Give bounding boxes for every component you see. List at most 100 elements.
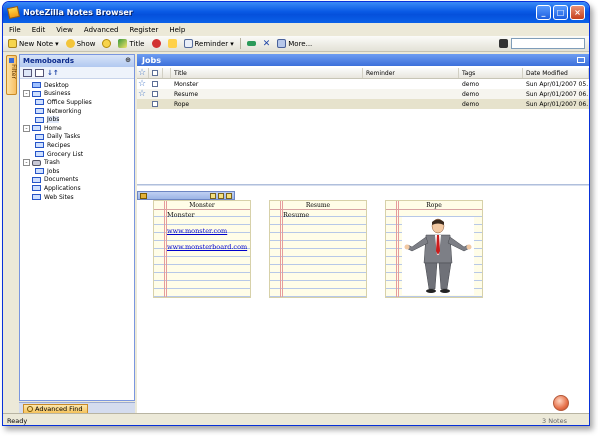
menu-register[interactable]: Register: [129, 26, 158, 34]
tree-item[interactable]: Networking: [20, 107, 134, 116]
color-button[interactable]: [100, 39, 113, 48]
send-button[interactable]: [245, 41, 258, 46]
title-bar[interactable]: NoteZilla Notes Browser _ □ ×: [3, 2, 589, 23]
view-toggle-icon[interactable]: [577, 57, 585, 63]
note-menu-icon[interactable]: [140, 193, 147, 199]
window-controls: _ □ ×: [536, 5, 585, 20]
tree-item[interactable]: Desktop: [20, 81, 134, 90]
tree-item[interactable]: - Home: [20, 124, 134, 133]
assistant-orb-icon[interactable]: [553, 395, 569, 411]
note-resume[interactable]: Resume Resume: [269, 200, 367, 298]
attach-button[interactable]: [150, 39, 163, 48]
menu-advanced[interactable]: Advanced: [84, 26, 119, 34]
menu-edit[interactable]: Edit: [32, 26, 46, 34]
reminder-button[interactable]: Reminder ▾: [182, 39, 236, 48]
tree-item[interactable]: Applications: [20, 184, 134, 193]
tree-item-label: Recipes: [47, 141, 71, 149]
menu-view[interactable]: View: [56, 26, 73, 34]
minimize-button[interactable]: _: [536, 5, 551, 20]
star-cell: [137, 99, 149, 109]
filter-icon: [9, 58, 14, 63]
desktop-icon: [32, 82, 41, 89]
binoculars-icon[interactable]: [499, 39, 508, 48]
sort-icon[interactable]: ↓↑: [47, 69, 59, 77]
menu-help[interactable]: Help: [169, 26, 185, 34]
star-icon[interactable]: ☆: [138, 90, 146, 99]
table-row[interactable]: Rope demo Sun Apr/01/2007 06...: [137, 99, 589, 109]
tags-column-header[interactable]: Tags: [459, 68, 523, 78]
tags-cell: demo: [462, 100, 480, 108]
search-input[interactable]: [511, 38, 585, 49]
memoboards-toolbar: ↓↑: [20, 67, 134, 79]
row-checkbox[interactable]: [152, 81, 158, 87]
window-title: NoteZilla Notes Browser: [23, 8, 133, 17]
check-cell: [149, 79, 163, 89]
show-button[interactable]: Show: [64, 39, 98, 48]
menu-file[interactable]: File: [9, 26, 21, 34]
tree-item[interactable]: Recipes: [20, 141, 134, 150]
filter-side-tab[interactable]: Filter: [6, 55, 17, 95]
reminder-cell: [363, 89, 459, 99]
tree-item[interactable]: - Business: [20, 90, 134, 99]
note-tool-group: [210, 193, 232, 199]
folder-icon: [35, 142, 44, 149]
trash-icon: [32, 159, 41, 166]
new-note-button[interactable]: New Note ▾: [6, 39, 61, 48]
title-column-header[interactable]: Title: [171, 68, 363, 78]
table-row[interactable]: ☆ Resume demo Sun Apr/01/2007 06...: [137, 89, 589, 99]
tree-item[interactable]: Grocery List: [20, 150, 134, 159]
memoboard-tree: Desktop - Business Office Supplies Networkin…: [20, 79, 134, 201]
pin-icon[interactable]: [218, 193, 224, 199]
delete-button[interactable]: ✕: [261, 39, 273, 49]
check-column-header[interactable]: [149, 68, 163, 78]
row-checkbox[interactable]: [152, 91, 158, 97]
menu-bar: File Edit View Advanced Register Help: [3, 23, 589, 36]
tree-item[interactable]: Daily Tasks: [20, 133, 134, 142]
star-column-header[interactable]: ☆: [137, 68, 149, 78]
note-link[interactable]: www.monsterboard.com: [167, 243, 248, 251]
title-button[interactable]: Title: [116, 39, 146, 48]
collapse-icon[interactable]: -: [23, 90, 30, 98]
attachment-column-header[interactable]: [163, 68, 171, 78]
pin-button[interactable]: [166, 39, 179, 48]
note-header: Resume: [270, 201, 366, 210]
more-button[interactable]: More...: [275, 39, 314, 48]
status-bar: Ready 3 Notes: [3, 413, 589, 425]
maximize-button[interactable]: □: [553, 5, 568, 20]
reminder-icon: [183, 39, 193, 48]
date-column-header[interactable]: Date Modified: [523, 68, 589, 78]
tree-item[interactable]: - Trash: [20, 158, 134, 167]
tree-item[interactable]: Jobs: [20, 167, 134, 176]
note-header: Rope: [386, 201, 482, 210]
tree-item-label: Networking: [47, 107, 82, 115]
table-header: ☆ Title Reminder Tags Date Modified: [137, 68, 589, 79]
note-rope[interactable]: Rope: [385, 200, 483, 298]
tree-item[interactable]: Office Supplies: [20, 98, 134, 107]
pin-icon[interactable]: ⊕: [125, 56, 131, 64]
reminder-cell: [363, 99, 459, 109]
star-icon: ☆: [138, 68, 147, 78]
date-cell: Sun Apr/01/2007 06...: [526, 100, 589, 108]
toolbar: New Note ▾ Show Title Reminder ▾ ✕ More.…: [3, 36, 589, 52]
close-button[interactable]: ×: [570, 5, 585, 20]
note-monster[interactable]: Monster Monster www.monster.com www.mons…: [153, 200, 251, 298]
tree-item[interactable]: Jobs: [20, 115, 134, 124]
tree-item[interactable]: Web Sites: [20, 193, 134, 202]
close-note-icon[interactable]: [226, 193, 232, 199]
note-header: Monster: [154, 201, 250, 210]
note-link[interactable]: www.monster.com: [167, 227, 248, 235]
attach-icon[interactable]: [210, 193, 216, 199]
reminder-column-header[interactable]: Reminder: [363, 68, 459, 78]
collapse-icon[interactable]: -: [23, 159, 30, 167]
collapse-icon[interactable]: -: [23, 124, 30, 132]
title-icon: [118, 39, 128, 48]
star-icon[interactable]: ☆: [138, 80, 146, 89]
delete-memoboard-icon[interactable]: [35, 68, 44, 77]
more-label: More...: [288, 39, 313, 48]
row-checkbox[interactable]: [152, 101, 158, 107]
tree-item[interactable]: Documents: [20, 176, 134, 185]
table-row[interactable]: ☆ Monster demo Sun Apr/01/2007 05...: [137, 79, 589, 89]
new-memoboard-icon[interactable]: [23, 68, 32, 77]
color-icon: [102, 39, 112, 48]
pane-splitter[interactable]: [137, 184, 589, 186]
